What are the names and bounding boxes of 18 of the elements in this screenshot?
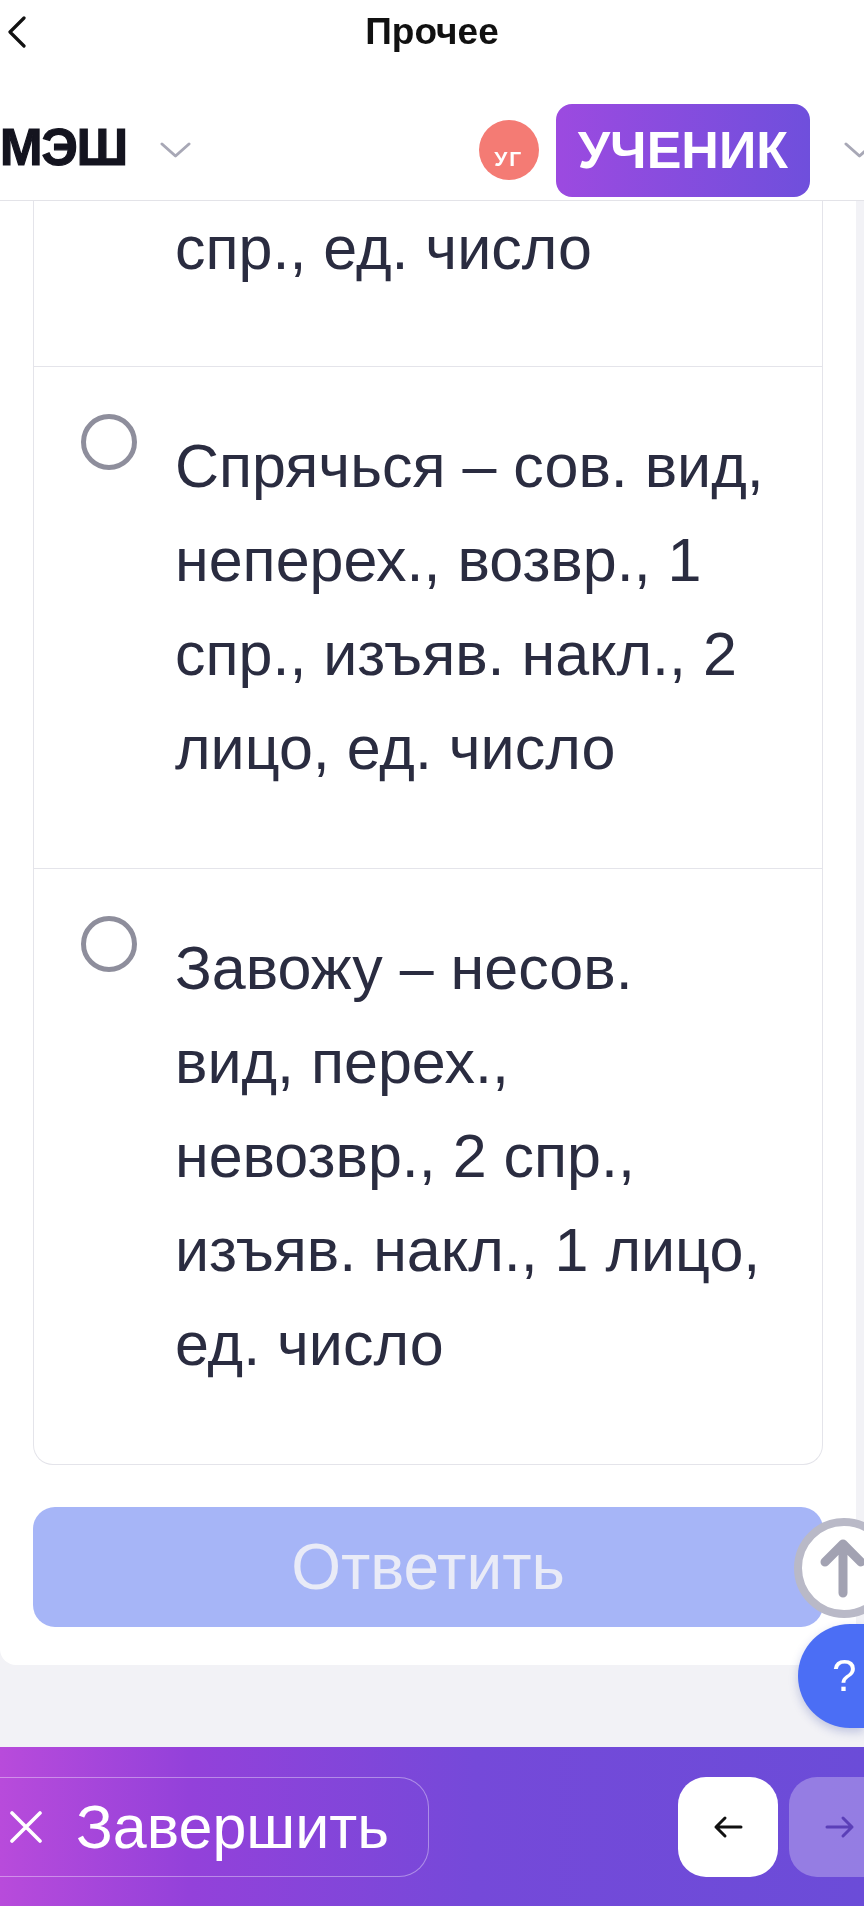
logo: МЭШ (0, 120, 127, 176)
back-icon[interactable] (8, 16, 26, 48)
role-badge[interactable]: УЧЕНИК (555, 103, 810, 197)
arrow-left-icon (713, 1814, 743, 1839)
finish-button[interactable]: Завершить (0, 1776, 429, 1877)
radio-button[interactable] (81, 916, 137, 972)
chevron-down-icon[interactable] (844, 142, 864, 158)
radio-button[interactable] (81, 414, 137, 470)
avatar[interactable]: УГ (478, 120, 539, 180)
help-button[interactable]: ? (798, 1624, 864, 1728)
option-text[interactable]: Спрячься – сов. вид, неперех., возвр., 1 спр., изъяв. накл., 2 лицо, ед. число (175, 419, 766, 795)
option-text: спр., ед. число (175, 213, 593, 284)
option-text[interactable]: Завожу – несов. вид, перех., невозвр., 2 спр., изъяв. накл., 1 лицо, ед. число (175, 921, 766, 1391)
page-title: Прочее (365, 10, 499, 54)
previous-button[interactable] (678, 1776, 778, 1877)
chevron-down-icon[interactable] (160, 142, 191, 158)
close-icon (10, 1810, 42, 1843)
arrow-right-icon (825, 1814, 855, 1839)
